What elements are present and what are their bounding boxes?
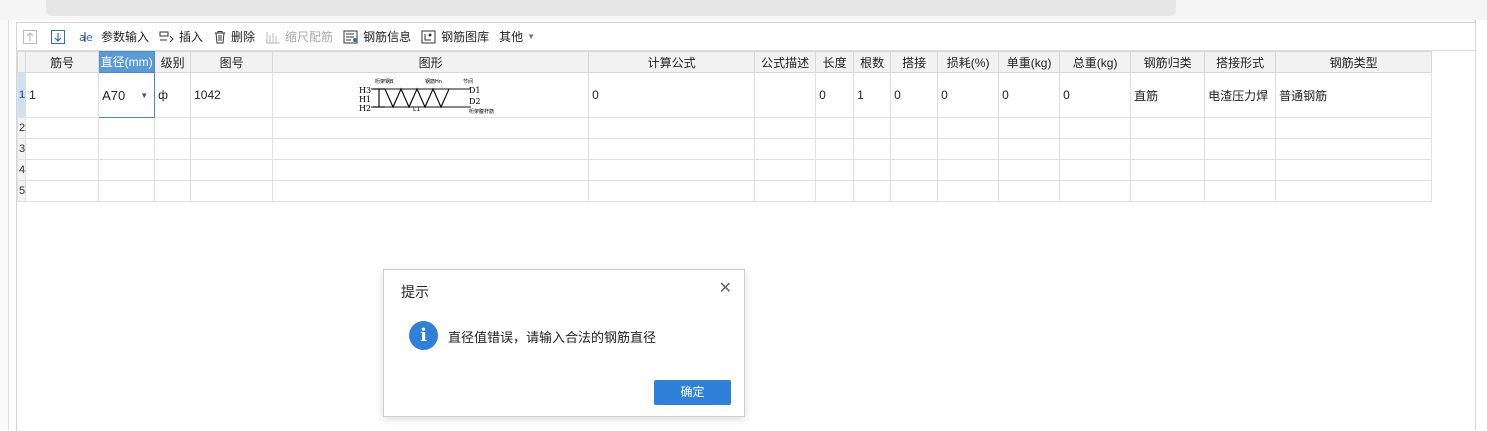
other-menu-button[interactable]: 其他 ▼ xyxy=(495,26,539,48)
caret-down-icon: ▼ xyxy=(527,32,536,41)
rebar-library-button[interactable]: 钢筋图库 xyxy=(417,26,493,48)
cell-lap[interactable]: 0 xyxy=(890,72,939,118)
diameter-value: A70 xyxy=(102,87,126,103)
svg-text:e: e xyxy=(86,31,93,44)
cell-category[interactable]: 直筋 xyxy=(1130,72,1206,118)
window-title-bar xyxy=(46,0,1176,16)
cell-shape[interactable]: H3 H1 H2 桁架钢B 钢筋Hn 节间 D1 D2 L1 桁架腹杆筋 xyxy=(272,72,590,118)
column-header-grade[interactable]: 级别 xyxy=(154,51,192,73)
table-row: 2 xyxy=(16,117,1433,139)
cell-count[interactable]: 1 xyxy=(853,72,892,118)
rebar-info-icon xyxy=(343,30,358,43)
cell-grade[interactable]: ф xyxy=(154,72,192,118)
param-input-icon: ae xyxy=(79,31,93,44)
column-header-length[interactable]: 长度 xyxy=(815,51,855,73)
row-number[interactable]: 5 xyxy=(16,180,27,202)
grid-header: 筋号 直径(mm) 级别 图号 图形 计算公式 公式描述 长度 根数 搭接 损耗… xyxy=(16,51,1433,73)
rebar-editor: ae 参数输入 插入 删除 缩尺配筋 钢筋信息 钢筋图库 其他 ▼ 筋号 直径(… xyxy=(16,22,1475,431)
shape-label-h3: H3 xyxy=(359,86,371,95)
arrow-up-icon xyxy=(23,29,37,44)
row-number[interactable]: 2 xyxy=(16,117,27,139)
trash-icon xyxy=(215,30,226,43)
dialog-title: 提示 xyxy=(401,284,429,300)
column-header-loss[interactable]: 损耗(%) xyxy=(937,51,1000,73)
cell-length[interactable]: 0 xyxy=(815,72,855,118)
param-input-label: 参数输入 xyxy=(101,30,150,44)
rebar-library-icon xyxy=(421,30,436,43)
param-input-button[interactable]: ae 参数输入 xyxy=(75,26,153,48)
move-down-button[interactable] xyxy=(47,26,73,48)
column-header-category[interactable]: 钢筋归类 xyxy=(1130,51,1206,73)
column-header-shape[interactable]: 图形 xyxy=(272,51,590,73)
scale-rebar-button[interactable]: 缩尺配筋 xyxy=(261,26,337,48)
shape-label-bottom-right: 桁架腹杆筋 xyxy=(469,108,494,115)
rebar-info-button[interactable]: 钢筋信息 xyxy=(339,26,415,48)
column-header-shape-no[interactable]: 图号 xyxy=(190,51,274,73)
column-header-diameter[interactable]: 直径(mm) xyxy=(98,51,156,73)
column-header-formula[interactable]: 计算公式 xyxy=(588,51,756,73)
column-header-rebar-type[interactable]: 钢筋类型 xyxy=(1275,51,1433,73)
delete-button[interactable]: 删除 xyxy=(209,26,259,48)
cell-shape-no[interactable]: 1042 xyxy=(190,72,274,118)
row-number[interactable]: 4 xyxy=(16,159,27,181)
ok-button[interactable]: 确定 xyxy=(654,380,731,405)
cell-unit-weight[interactable]: 0 xyxy=(998,72,1061,118)
cell-total-weight[interactable]: 0 xyxy=(1059,72,1132,118)
cell-formula[interactable]: 0 xyxy=(588,72,756,118)
truss-shape-diagram: H3 H1 H2 桁架钢B 钢筋Hn 节间 D1 D2 L1 桁架腹杆筋 xyxy=(359,78,494,115)
table-row: 5 xyxy=(16,180,1433,202)
column-header-formula-desc[interactable]: 公式描述 xyxy=(754,51,817,73)
arrow-down-icon xyxy=(51,29,65,44)
info-icon: i xyxy=(409,321,438,350)
cell-rebar-type[interactable]: 普通钢筋 xyxy=(1275,72,1433,118)
rebar-grid: 筋号 直径(mm) 级别 图号 图形 计算公式 公式描述 长度 根数 搭接 损耗… xyxy=(16,51,1433,202)
corner-header xyxy=(16,51,27,73)
cell-formula-desc[interactable] xyxy=(754,72,817,118)
column-header-bar-no[interactable]: 筋号 xyxy=(25,51,100,73)
rebar-library-label: 钢筋图库 xyxy=(441,30,490,44)
dialog-message: 直径值错误，请输入合法的钢筋直径 xyxy=(448,330,657,345)
cell-lap-type[interactable]: 电渣压力焊 xyxy=(1204,72,1277,118)
delete-label: 删除 xyxy=(231,30,256,44)
scale-rebar-label: 缩尺配筋 xyxy=(285,30,334,44)
column-header-lap-type[interactable]: 搭接形式 xyxy=(1204,51,1277,73)
insert-button[interactable]: 插入 xyxy=(155,26,207,48)
cell-bar-no[interactable]: 1 xyxy=(25,72,100,118)
column-header-lap[interactable]: 搭接 xyxy=(890,51,939,73)
shape-label-h1: H1 xyxy=(359,95,371,104)
shape-label-d2: D2 xyxy=(469,97,481,106)
rebar-info-label: 钢筋信息 xyxy=(363,30,412,44)
shape-label-top-left: 桁架钢B xyxy=(375,78,394,85)
dropdown-caret-icon[interactable]: ▼ xyxy=(140,91,148,100)
toolbar: ae 参数输入 插入 删除 缩尺配筋 钢筋信息 钢筋图库 其他 ▼ xyxy=(17,23,1475,51)
shape-label-top-right: 节间 xyxy=(463,78,473,85)
table-row: 3 xyxy=(16,138,1433,160)
insert-label: 插入 xyxy=(179,30,204,44)
column-header-count[interactable]: 根数 xyxy=(853,51,892,73)
scale-rebar-icon xyxy=(266,31,281,43)
table-row: 1 1 A70 ▼ ф 1042 H3 H1 H2 桁架钢B 钢筋Hn 节间 D… xyxy=(16,72,1433,118)
left-panel-edge xyxy=(0,20,9,430)
table-row: 4 xyxy=(16,159,1433,181)
shape-label-top-mid: 钢筋Hn xyxy=(425,78,442,85)
shape-label-h2: H2 xyxy=(359,104,371,113)
top-strip xyxy=(0,0,1487,20)
shape-label-d1: D1 xyxy=(469,86,481,95)
move-up-button[interactable] xyxy=(19,26,45,48)
close-icon[interactable]: ✕ xyxy=(719,281,732,297)
other-label: 其他 xyxy=(499,30,524,44)
cell-loss[interactable]: 0 xyxy=(937,72,1000,118)
row-number[interactable]: 3 xyxy=(16,138,27,160)
diameter-dropdown[interactable]: A70 ▼ xyxy=(100,74,154,117)
alert-dialog: 提示 ✕ i 直径值错误，请输入合法的钢筋直径 确定 xyxy=(383,269,745,417)
insert-icon xyxy=(159,31,174,42)
column-header-unit-weight[interactable]: 单重(kg) xyxy=(998,51,1061,73)
cell-diameter[interactable]: A70 ▼ xyxy=(98,72,156,118)
row-number[interactable]: 1 xyxy=(16,72,27,118)
column-header-total-weight[interactable]: 总重(kg) xyxy=(1059,51,1132,73)
